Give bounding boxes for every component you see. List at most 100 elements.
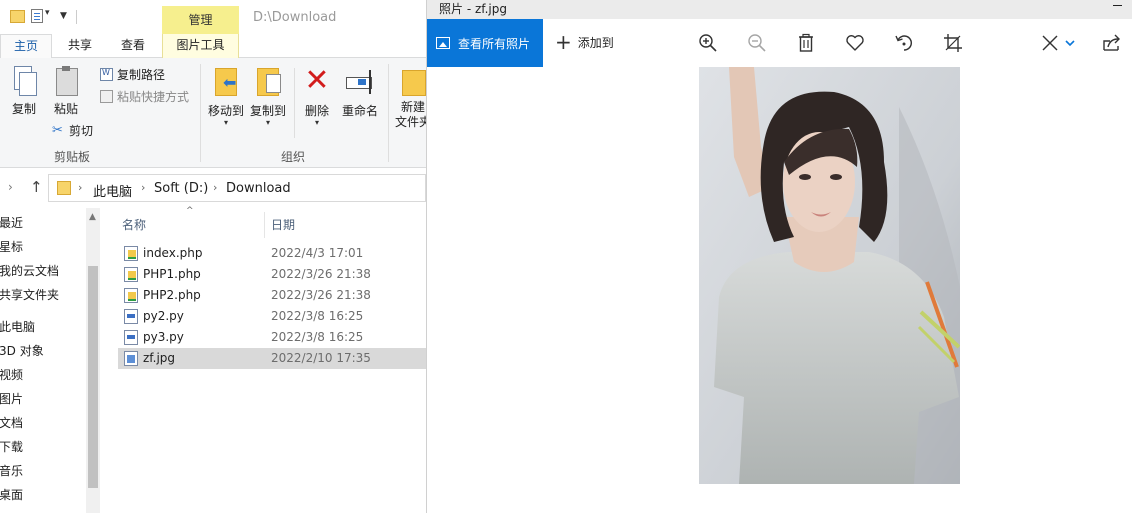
python-file-icon — [124, 309, 138, 324]
nav-item-starred[interactable]: 星标 — [0, 238, 23, 255]
ribbon: 复制 粘贴 复制路径 粘贴快捷方式 ✂ 剪切 剪贴板 — [0, 58, 426, 168]
file-date: 2022/3/26 21:38 — [271, 288, 371, 302]
nav-item-recent[interactable]: 最近 — [0, 214, 23, 231]
php-file-icon — [124, 246, 138, 261]
customize-qat-icon[interactable]: ▼ — [60, 11, 67, 21]
nav-item-downloads[interactable]: 下载 — [0, 438, 23, 455]
properties-icon[interactable] — [31, 9, 43, 23]
divider[interactable] — [264, 212, 265, 238]
nav-item-videos[interactable]: 视频 — [0, 366, 23, 383]
file-name: zf.jpg — [143, 351, 176, 365]
share-icon[interactable] — [1101, 32, 1123, 54]
scroll-up-icon[interactable]: ▲ — [89, 212, 96, 222]
file-row[interactable]: py3.py 2022/3/8 16:25 — [118, 327, 426, 348]
photo-image — [699, 67, 960, 484]
navigation-pane: 最近 星标 我的云文档 共享文件夹 此电脑 3D 对象 视频 图片 文档 下载 … — [0, 208, 100, 513]
chevron-right-icon[interactable]: › — [213, 181, 217, 194]
copy-path-button[interactable]: 复制路径 — [100, 66, 165, 83]
breadcrumb-soft-d[interactable]: Soft (D:) — [154, 181, 208, 196]
nav-item-desktop[interactable]: 桌面 — [0, 486, 23, 503]
add-to-button[interactable]: + 添加到 — [555, 32, 614, 52]
file-date: 2022/3/8 16:25 — [271, 330, 364, 344]
window-title: D:\Download — [253, 10, 337, 25]
copy-button[interactable]: 复制 — [6, 66, 42, 117]
file-name: index.php — [143, 246, 203, 260]
file-name: PHP1.php — [143, 267, 201, 281]
column-header-date[interactable]: 日期 — [271, 216, 295, 233]
nav-item-shared-folder[interactable]: 共享文件夹 — [0, 286, 59, 303]
chevron-right-icon[interactable]: › — [78, 181, 82, 194]
chevron-down-icon[interactable]: ▾ — [45, 8, 50, 18]
move-to-button[interactable]: 移动到 ▾ — [206, 66, 246, 127]
photos-window: 照片 - zf.jpg 查看所有照片 + 添加到 — [426, 0, 1132, 513]
explorer-title-bar: ▾ ▼ 管理 D:\Download — [0, 0, 426, 34]
rename-button[interactable]: 重命名 — [340, 66, 380, 119]
zoom-in-icon[interactable] — [697, 32, 719, 54]
breadcrumb-this-pc[interactable]: 此电脑 — [93, 181, 132, 200]
paste-shortcut-label: 粘贴快捷方式 — [117, 90, 190, 104]
zoom-out-icon[interactable] — [746, 32, 768, 54]
copy-to-button[interactable]: 复制到 ▾ — [248, 66, 288, 127]
file-name: py2.py — [143, 309, 184, 323]
tab-home[interactable]: 主页 — [0, 34, 52, 59]
image-file-icon — [124, 351, 138, 366]
paste-shortcut-button[interactable]: 粘贴快捷方式 — [100, 88, 189, 105]
displayed-photo — [699, 67, 960, 484]
file-row[interactable]: index.php 2022/4/3 17:01 — [118, 243, 426, 264]
php-file-icon — [124, 267, 138, 282]
divider — [76, 10, 77, 24]
tab-view[interactable]: 查看 — [112, 34, 154, 58]
folder-icon — [57, 181, 71, 195]
view-all-photos-label: 查看所有照片 — [458, 36, 531, 51]
chevron-down-icon: ▾ — [265, 118, 270, 127]
scrollbar-thumb[interactable] — [88, 266, 98, 488]
divider — [200, 64, 201, 162]
new-folder-button[interactable]: 新建 文件夹 — [393, 66, 426, 130]
file-list: ^ 名称 日期 index.php 2022/4/3 17:01 PHP1.ph… — [108, 204, 426, 513]
minimize-icon[interactable] — [1113, 5, 1122, 6]
rename-icon — [344, 66, 376, 98]
delete-icon[interactable] — [795, 32, 817, 54]
file-explorer-window: ▾ ▼ 管理 D:\Download 主页 共享 查看 图片工具 复制 粘贴 W… — [0, 0, 426, 513]
chevron-right-icon[interactable]: › — [141, 181, 145, 194]
file-row[interactable]: PHP1.php 2022/3/26 21:38 — [118, 264, 426, 285]
add-to-label: 添加到 — [577, 35, 614, 50]
nav-item-documents[interactable]: 文档 — [0, 414, 23, 431]
file-row[interactable]: PHP2.php 2022/3/26 21:38 — [118, 285, 426, 306]
rotate-icon[interactable] — [893, 32, 915, 54]
file-date: 2022/2/10 17:35 — [271, 351, 371, 365]
nav-item-cloud-docs[interactable]: 我的云文档 — [0, 262, 59, 279]
delete-button[interactable]: ✕ 删除 ▾ — [300, 66, 334, 127]
plus-icon: + — [555, 30, 572, 54]
folder-icon — [10, 10, 25, 23]
sort-ascending-icon: ^ — [186, 206, 194, 216]
favorite-icon[interactable] — [844, 32, 866, 54]
file-row-selected[interactable]: zf.jpg 2022/2/10 17:35 — [118, 348, 426, 369]
paste-button[interactable]: 粘贴 — [48, 66, 84, 117]
nav-scrollbar[interactable]: ▲ — [86, 208, 100, 513]
nav-item-3d-objects[interactable]: 3D 对象 — [0, 342, 44, 359]
tab-picture-tools[interactable]: 图片工具 — [162, 34, 239, 58]
nav-item-pictures[interactable]: 图片 — [0, 390, 23, 407]
crop-icon[interactable] — [942, 32, 964, 54]
breadcrumb-download[interactable]: Download — [226, 181, 291, 196]
delete-label: 删除 — [304, 104, 329, 118]
paste-shortcut-icon — [100, 90, 113, 103]
edit-icon[interactable] — [1039, 32, 1079, 54]
copy-to-label: 复制到 — [249, 104, 286, 118]
chevron-down-icon[interactable]: › — [8, 180, 13, 194]
nav-item-music[interactable]: 音乐 — [0, 462, 23, 479]
chevron-down-icon: ▾ — [314, 118, 319, 127]
paste-label: 粘贴 — [53, 102, 78, 116]
up-arrow-icon[interactable]: ↑ — [30, 178, 43, 196]
file-row[interactable]: py2.py 2022/3/8 16:25 — [118, 306, 426, 327]
view-all-photos-button[interactable]: 查看所有照片 — [427, 19, 543, 67]
column-header-name[interactable]: 名称 — [122, 216, 146, 233]
context-tab-manage[interactable]: 管理 — [162, 6, 239, 34]
move-to-label: 移动到 — [207, 104, 244, 118]
cut-button[interactable]: ✂ 剪切 — [52, 122, 93, 139]
scissors-icon: ✂ — [52, 123, 63, 138]
tab-share[interactable]: 共享 — [60, 34, 100, 58]
nav-item-this-pc[interactable]: 此电脑 — [0, 318, 35, 335]
address-input[interactable]: › 此电脑 › Soft (D:) › Download — [48, 174, 426, 202]
